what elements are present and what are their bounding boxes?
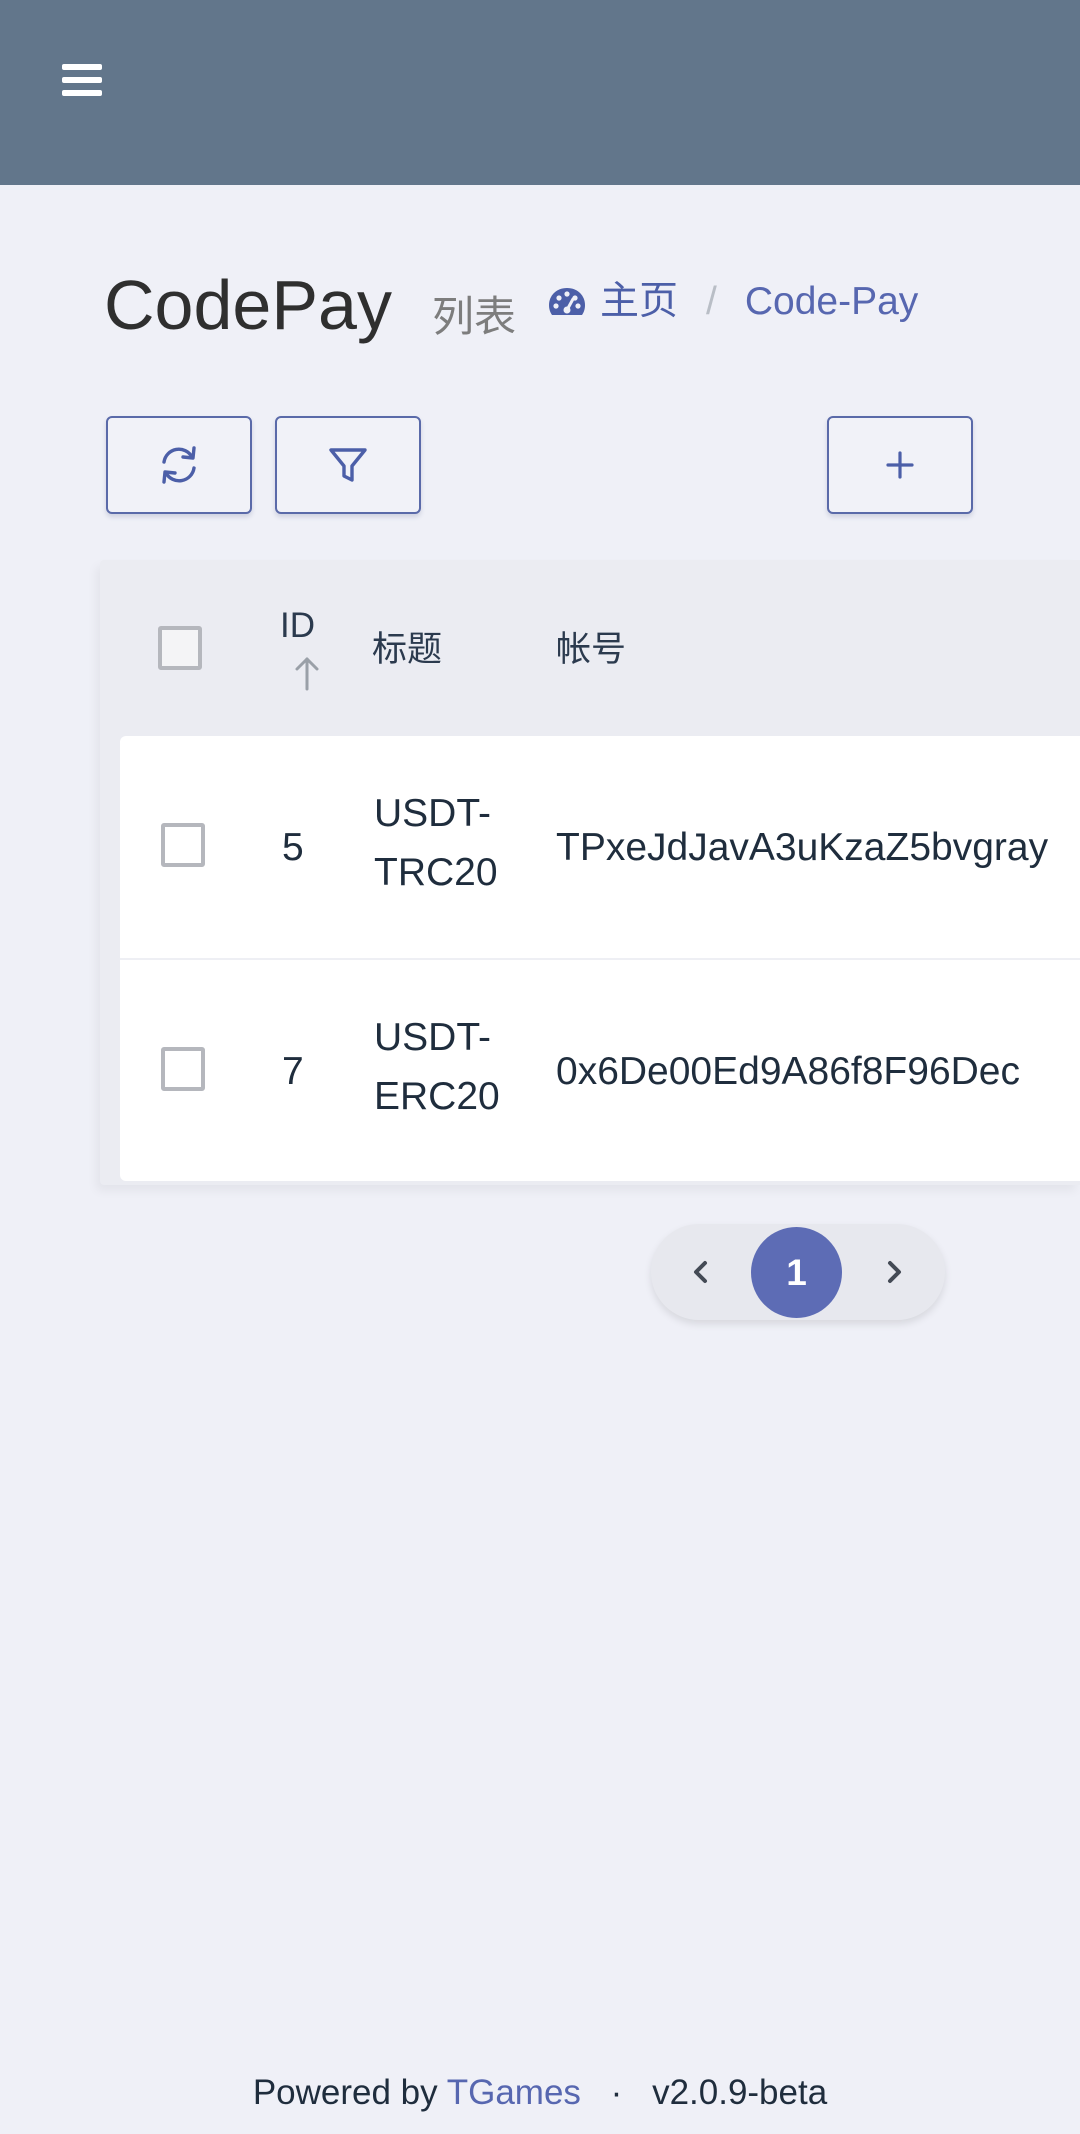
pagination: 1 xyxy=(651,1224,945,1320)
column-header-title: 标题 xyxy=(372,630,443,669)
hamburger-menu-icon[interactable] xyxy=(58,58,110,110)
footer-version: v2.0.9-beta xyxy=(652,2073,828,2112)
refresh-icon xyxy=(162,446,196,484)
table-body: 5 USDT-TRC20 TPxeJdJavA3uKzaZ5bvgray 7 U… xyxy=(120,736,1080,1181)
breadcrumb-separator: / xyxy=(706,280,717,323)
page-subtitle: 列表 xyxy=(432,293,517,340)
footer-powered-by: Powered by xyxy=(252,2073,438,2112)
cell-title: USDT-TRC20 xyxy=(374,792,498,894)
arrow-up-icon[interactable] xyxy=(293,655,321,691)
chevron-right-icon[interactable] xyxy=(882,1254,906,1290)
footer: Powered by TGames · v2.0.9-beta xyxy=(0,2075,1080,2110)
table-header: ID 标题 帐号 xyxy=(100,560,1080,736)
column-header-id[interactable]: ID xyxy=(280,608,315,643)
add-button[interactable] xyxy=(827,416,973,514)
cell-account: 0x6De00Ed9A86f8F96Dec xyxy=(556,1050,1020,1093)
filter-icon xyxy=(329,448,367,482)
breadcrumb-home-link[interactable]: 主页 xyxy=(546,282,678,321)
cell-account: TPxeJdJavA3uKzaZ5bvgray xyxy=(556,826,1049,869)
table-row: 5 USDT-TRC20 TPxeJdJavA3uKzaZ5bvgray xyxy=(120,736,1080,960)
dashboard-icon xyxy=(549,287,585,315)
refresh-button[interactable] xyxy=(106,416,252,514)
column-header-account: 帐号 xyxy=(556,630,627,669)
page-title: CodePay xyxy=(104,266,392,344)
breadcrumb-home-label: 主页 xyxy=(600,280,679,323)
cell-title: USDT-ERC20 xyxy=(374,1016,500,1118)
row-checkbox[interactable] xyxy=(161,1047,205,1091)
data-table: ID 标题 帐号 5 USDT-TRC20 TPxeJdJavA3uKzaZ5b… xyxy=(100,560,1080,1185)
filter-button[interactable] xyxy=(275,416,421,514)
table-row: 7 USDT-ERC20 0x6De00Ed9A86f8F96Dec xyxy=(120,960,1080,1182)
pagination-page-current[interactable]: 1 xyxy=(751,1227,842,1318)
footer-brand-link[interactable]: TGames xyxy=(447,2073,581,2112)
cell-id: 5 xyxy=(282,826,304,869)
chevron-left-icon[interactable] xyxy=(689,1254,713,1290)
select-all-checkbox[interactable] xyxy=(158,626,202,670)
breadcrumb: 主页 / Code-Pay xyxy=(546,282,918,321)
plus-icon xyxy=(886,451,914,479)
breadcrumb-current: Code-Pay xyxy=(744,280,919,323)
cell-id: 7 xyxy=(282,1050,304,1093)
row-checkbox[interactable] xyxy=(161,823,205,867)
footer-separator: · xyxy=(610,2073,623,2112)
top-navbar xyxy=(0,0,1080,185)
